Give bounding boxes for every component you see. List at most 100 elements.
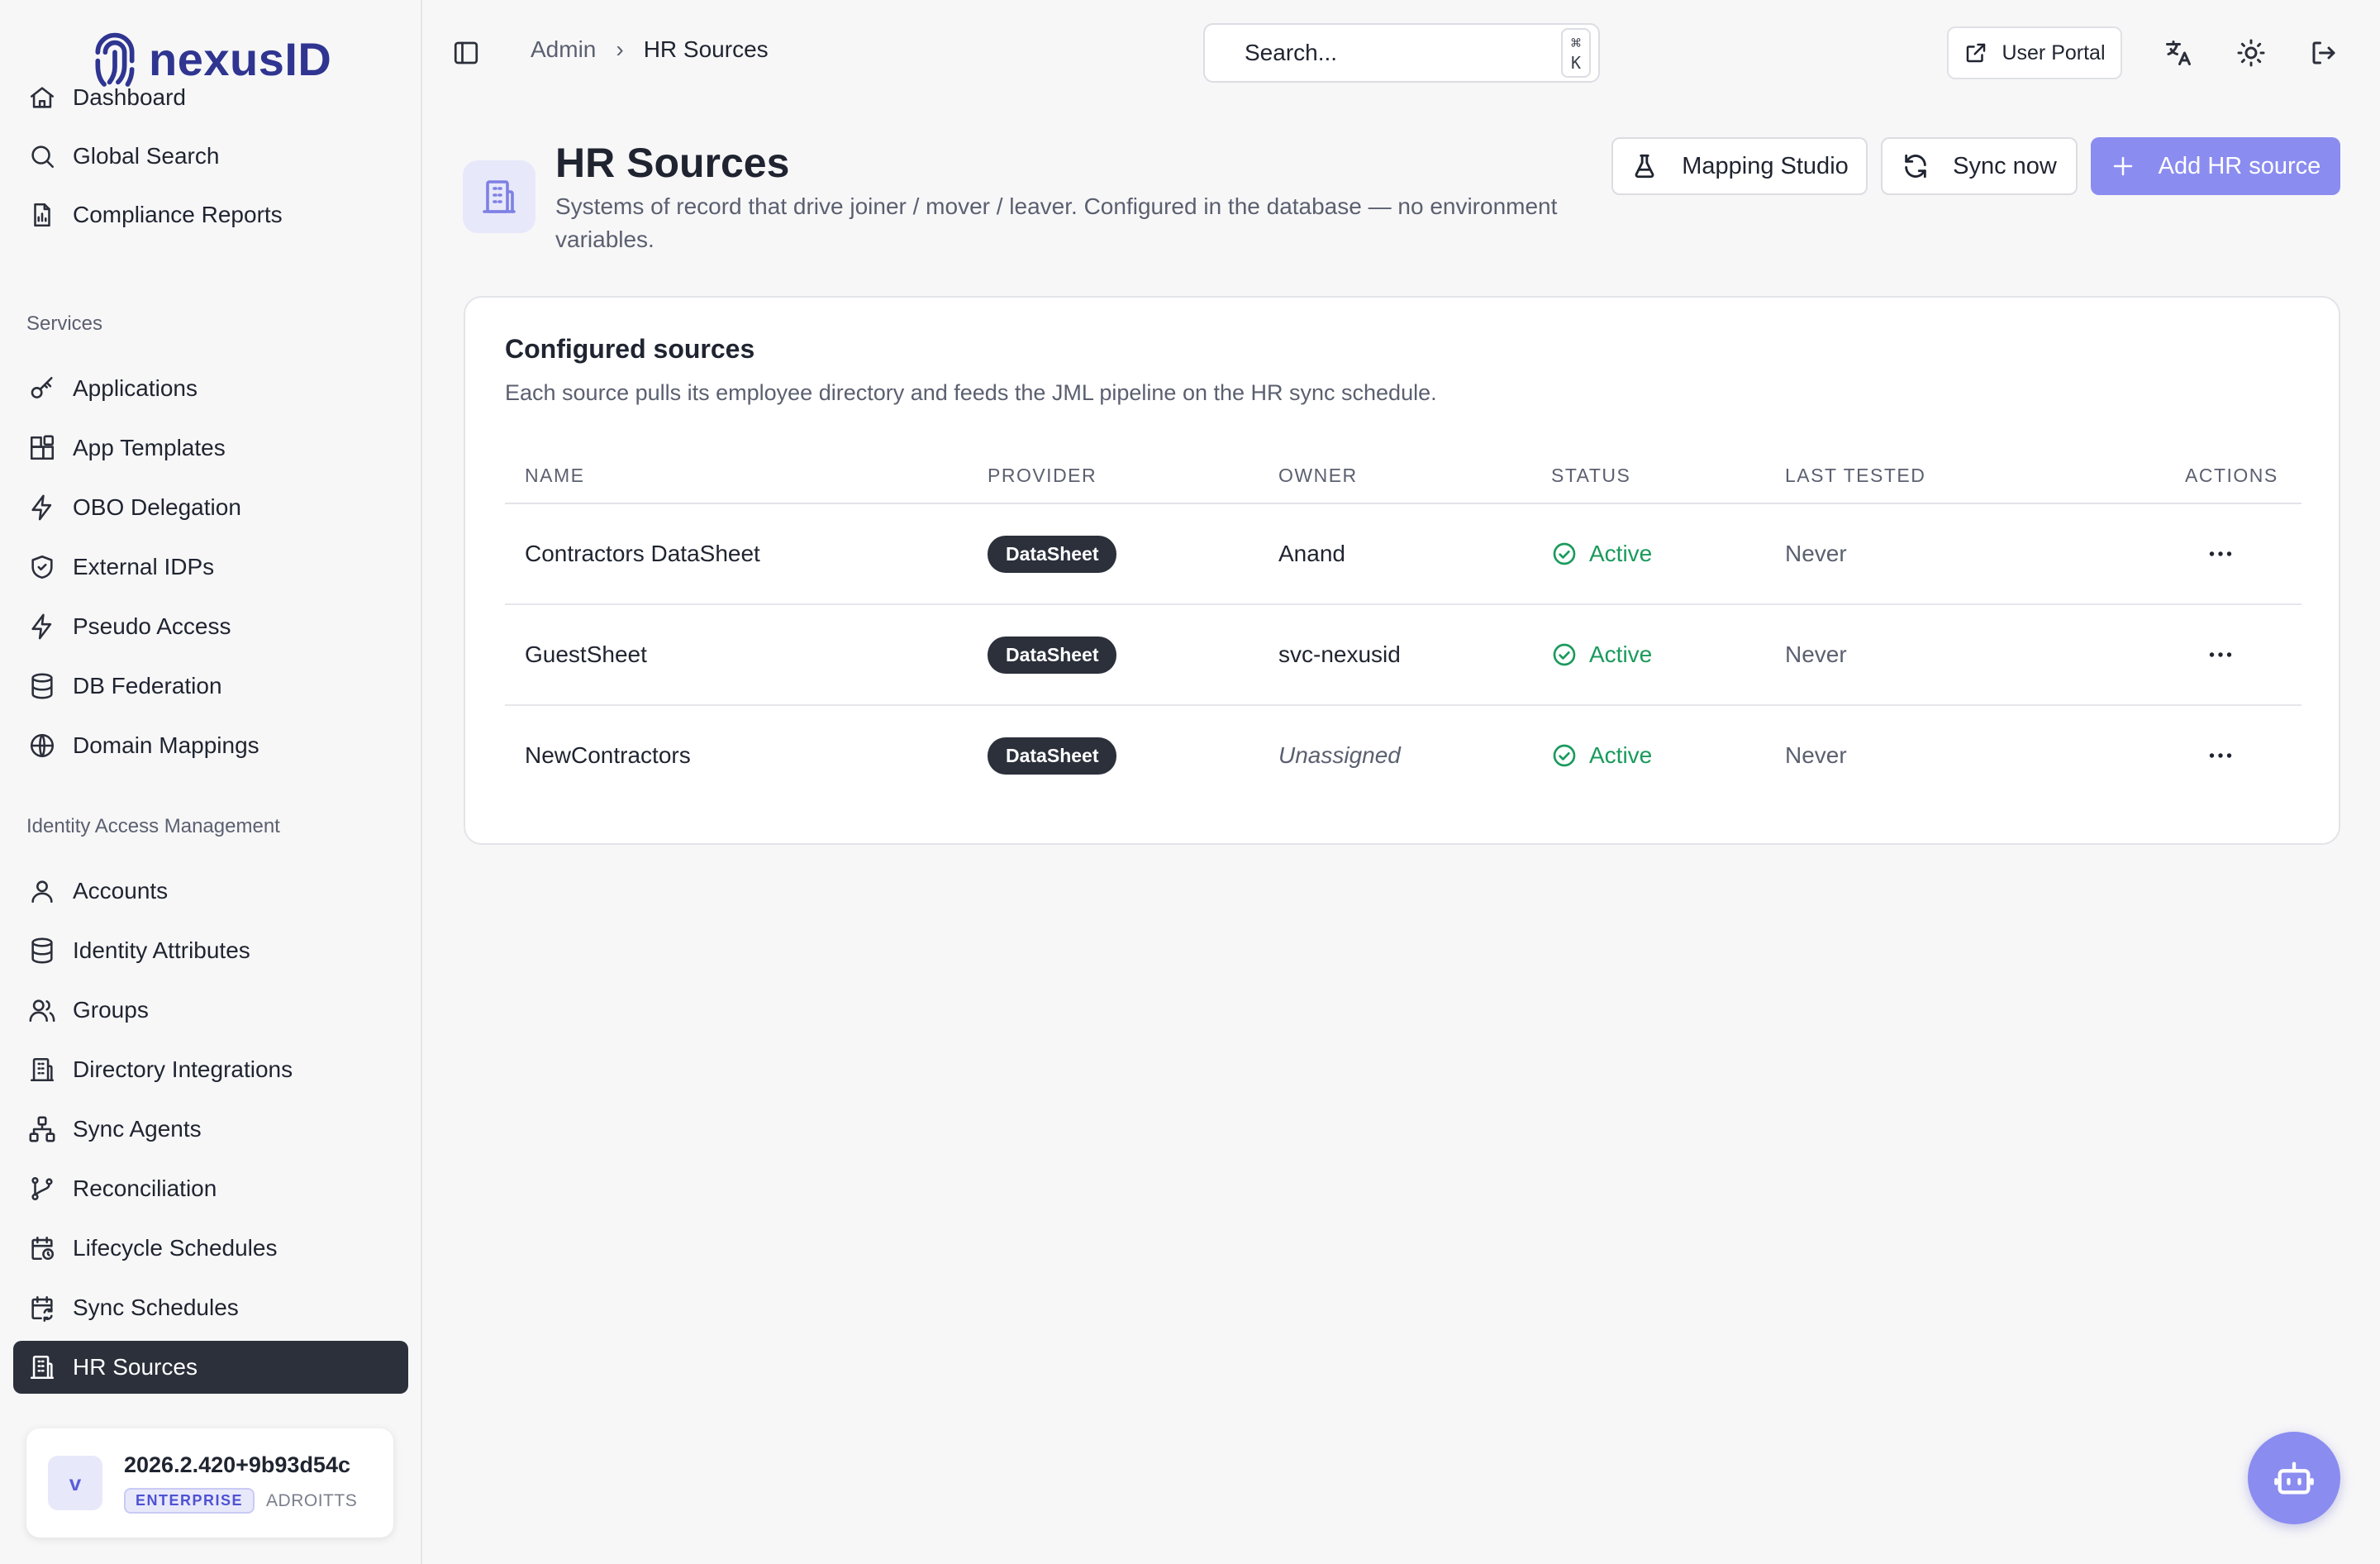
source-name: GuestSheet: [525, 641, 647, 667]
users-icon: [29, 999, 55, 1023]
calendar-clock-icon: [31, 1236, 55, 1261]
more-horizontal-icon: [2209, 753, 2232, 758]
sidebar-item-app-templates[interactable]: App Templates: [13, 422, 408, 474]
add-hr-source-label: Add HR source: [2158, 152, 2321, 179]
status-badge: Active: [1551, 605, 1652, 704]
globe-icon: [30, 733, 55, 758]
user-portal-button[interactable]: User Portal: [1947, 26, 2122, 79]
column-header-last-tested[interactable]: LAST TESTED: [1785, 465, 1925, 487]
network-icon: [29, 1116, 55, 1142]
last-tested-value: Never: [1785, 641, 1847, 667]
version-number: 2026.2.420+9b93d54c: [124, 1452, 350, 1477]
column-header-provider[interactable]: PROVIDER: [988, 465, 1097, 487]
sidebar-item-label: Dashboard: [73, 84, 186, 110]
row-actions-button[interactable]: [2206, 706, 2235, 805]
sync-now-label: Sync now: [1953, 152, 2057, 179]
status-label: Active: [1589, 541, 1653, 566]
sidebar-item-external-idps[interactable]: External IDPs: [13, 541, 408, 594]
table-row[interactable]: NewContractors DataSheet Unassigned Active N…: [505, 706, 2301, 807]
home-icon: [30, 87, 55, 108]
sidebar-section-title: Services: [26, 312, 103, 335]
sidebar-item-sync-agents[interactable]: Sync Agents: [13, 1103, 408, 1156]
status-label: Active: [1589, 641, 1653, 667]
row-actions-button[interactable]: [2206, 504, 2235, 603]
provider-badge: DataSheet: [988, 535, 1117, 573]
mapping-studio-button[interactable]: Mapping Studio: [1611, 137, 1868, 195]
global-search[interactable]: ⌘ K: [1203, 23, 1600, 83]
row-actions-button[interactable]: [2206, 605, 2235, 704]
sidebar-item-identity-attributes[interactable]: Identity Attributes: [13, 924, 408, 977]
column-header-actions: ACTIONS: [2185, 465, 2278, 486]
shield-icon: [31, 555, 53, 579]
logout-button[interactable]: [2309, 38, 2339, 68]
edition-badge: ENTERPRISE: [124, 1488, 255, 1514]
check-circle-icon: [1553, 643, 1576, 666]
sidebar-item-applications[interactable]: Applications: [13, 362, 408, 415]
sidebar-item-label: HR Sources: [73, 1354, 198, 1380]
sidebar-item-db-federation[interactable]: DB Federation: [13, 660, 408, 713]
page-title: HR Sources: [555, 140, 790, 186]
sidebar-item-directory-integrations[interactable]: Directory Integrations: [13, 1043, 408, 1096]
table-row[interactable]: Contractors DataSheet DataSheet Anand Activ…: [505, 504, 2301, 605]
assistant-button[interactable]: [2248, 1432, 2340, 1524]
sidebar-item-dashboard[interactable]: Dashboard: [13, 71, 408, 124]
version-avatar: v: [48, 1456, 102, 1510]
sidebar-item-label: Compliance Reports: [73, 202, 283, 227]
search-icon: [31, 145, 55, 169]
sidebar-item-domain-mappings[interactable]: Domain Mappings: [13, 719, 408, 772]
blocks-icon: [30, 435, 55, 460]
sidebar-item-obo-delegation[interactable]: OBO Delegation: [13, 481, 408, 534]
configured-sources-card: Configured sources Each source pulls its…: [464, 296, 2340, 845]
sidebar-item-label: App Templates: [73, 435, 226, 460]
sidebar-item-label: Reconciliation: [73, 1175, 217, 1201]
sidebar-item-lifecycle-schedules[interactable]: Lifecycle Schedules: [13, 1222, 408, 1275]
provider-badge: DataSheet: [988, 636, 1117, 674]
database-icon: [31, 937, 53, 964]
database-icon: [31, 673, 53, 699]
flask-icon: [1635, 154, 1654, 179]
sidebar-toggle-button[interactable]: [451, 38, 481, 68]
column-header-name[interactable]: NAME: [525, 465, 584, 487]
breadcrumb-separator: ›: [616, 36, 624, 62]
logout-icon: [2312, 41, 2335, 64]
user-icon: [31, 880, 53, 904]
sidebar-item-pseudo-access[interactable]: Pseudo Access: [13, 600, 408, 653]
column-header-status[interactable]: STATUS: [1551, 465, 1630, 487]
add-hr-source-button[interactable]: Add HR source: [2091, 137, 2340, 195]
sync-now-button[interactable]: Sync now: [1881, 137, 2078, 195]
mapping-studio-label: Mapping Studio: [1682, 152, 1849, 179]
breadcrumb-admin[interactable]: Admin: [531, 36, 596, 63]
building-icon: [30, 1057, 55, 1082]
bot-icon: [2274, 1461, 2314, 1495]
sidebar-item-label: Sync Schedules: [73, 1295, 239, 1320]
provider-badge: DataSheet: [988, 737, 1117, 775]
sidebar-item-groups[interactable]: Groups: [13, 984, 408, 1037]
language-button[interactable]: [2163, 38, 2193, 68]
sidebar: nexusID Dashboard Global Search Compliance…: [0, 0, 422, 1564]
table-row[interactable]: GuestSheet DataSheet svc-nexusid Active Neve…: [505, 605, 2301, 706]
version-card[interactable]: v 2026.2.420+9b93d54c ENTERPRISE ADROITT…: [26, 1428, 393, 1538]
status-badge: Active: [1551, 706, 1652, 805]
sidebar-item-compliance-reports[interactable]: Compliance Reports: [13, 188, 408, 241]
theme-toggle-button[interactable]: [2236, 38, 2266, 68]
page-icon: [463, 160, 536, 233]
sidebar-item-reconciliation[interactable]: Reconciliation: [13, 1162, 408, 1215]
bolt-icon: [31, 613, 52, 640]
sidebar-item-global-search[interactable]: Global Search: [13, 130, 408, 183]
search-input[interactable]: [1245, 40, 1543, 66]
refresh-icon: [1905, 154, 1926, 179]
sidebar-item-label: OBO Delegation: [73, 494, 241, 520]
owner-value: svc-nexusid: [1278, 641, 1401, 667]
sidebar-item-accounts[interactable]: Accounts: [13, 865, 408, 918]
sidebar-item-label: Accounts: [73, 878, 169, 904]
sidebar-item-hr-sources[interactable]: HR Sources: [13, 1341, 408, 1394]
status-badge: Active: [1551, 504, 1652, 603]
external-link-icon: [1967, 43, 1986, 63]
sidebar-item-label: Groups: [73, 997, 149, 1023]
git-branch-icon: [31, 1176, 53, 1201]
check-circle-icon: [1553, 744, 1576, 767]
sidebar-item-sync-schedules[interactable]: Sync Schedules: [13, 1281, 408, 1334]
column-header-owner[interactable]: OWNER: [1278, 465, 1358, 487]
building-icon: [483, 180, 516, 213]
card-title: Configured sources: [505, 334, 755, 364]
